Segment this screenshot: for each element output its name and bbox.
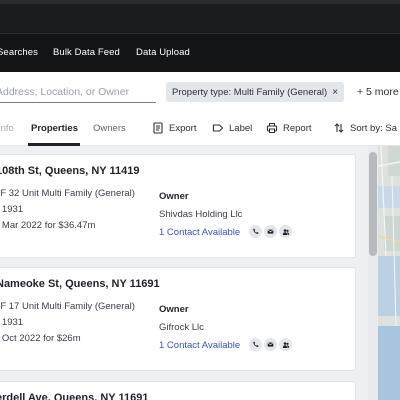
contact-link[interactable]: 1 Contact Available (159, 227, 240, 238)
results-toolbar: Info Properties Owners Export Label Repo… (0, 112, 400, 146)
sort-button[interactable]: Sort by: Sa (333, 122, 397, 134)
property-card[interactable]: erdell Ave, Queens, NY 11691 (0, 381, 356, 400)
owner-heading: Owner (159, 191, 189, 202)
owner-name[interactable]: Gifrock Llc (159, 322, 204, 333)
mail-icon[interactable] (264, 338, 277, 351)
export-button[interactable]: Export (152, 122, 196, 134)
export-icon (152, 122, 164, 134)
property-address[interactable]: erdell Ave, Queens, NY 11691 (0, 392, 148, 400)
label-button[interactable]: Label (212, 122, 252, 134)
printer-icon (266, 122, 278, 134)
export-label: Export (169, 122, 197, 134)
property-year-built: n 1931 (0, 204, 24, 215)
owner-heading: Owner (159, 304, 189, 315)
mail-icon[interactable] (264, 225, 277, 238)
property-last-sale: n Mar 2022 for $36.47m (0, 220, 96, 231)
tag-icon (212, 122, 224, 134)
report-button[interactable]: Report (266, 122, 312, 134)
tab-owners[interactable]: Owners (93, 123, 126, 134)
property-details: SF 32 Unit Multi Family (General) (0, 188, 135, 199)
tab-properties[interactable]: Properties (31, 123, 78, 134)
owner-name[interactable]: Shivdas Holding Llc (159, 209, 242, 220)
nav-item-bulk-data-feed[interactable]: Bulk Data Feed (53, 47, 120, 58)
label-label: Label (229, 122, 253, 134)
filter-chip-property-type[interactable]: Property type: Multi Family (General) × (166, 82, 345, 102)
people-icon[interactable] (279, 338, 292, 351)
property-address[interactable]: Nameoke St, Queens, NY 11691 (0, 278, 160, 290)
main-nav: Searches Bulk Data Feed Data Upload (0, 34, 400, 72)
property-details: SF 17 Unit Multi Family (General) (0, 301, 135, 312)
close-icon[interactable]: × (332, 87, 338, 98)
property-address[interactable]: 108th St, Queens, NY 11419 (0, 165, 139, 177)
property-card[interactable]: 108th St, Queens, NY 11419 SF 32 Unit Mu… (0, 154, 356, 258)
sort-label: Sort by: Sa (350, 122, 397, 134)
more-filters-link[interactable]: + 5 more (357, 86, 399, 98)
report-label: Report (283, 122, 312, 134)
phone-icon[interactable] (249, 338, 262, 351)
tab-info[interactable]: Info (0, 123, 14, 134)
browser-top-bar (0, 0, 400, 34)
sort-icon (333, 122, 345, 134)
nav-item-data-upload[interactable]: Data Upload (136, 47, 190, 58)
nav-item-searches[interactable]: Searches (0, 47, 38, 58)
list-scrollbar-thumb[interactable] (369, 152, 377, 256)
people-icon[interactable] (279, 225, 292, 238)
property-card[interactable]: Nameoke St, Queens, NY 11691 SF 17 Unit … (0, 267, 356, 371)
property-last-sale: n Oct 2022 for $26m (0, 333, 81, 344)
map-view[interactable] (378, 146, 400, 400)
contact-link[interactable]: 1 Contact Available (159, 340, 240, 351)
filter-chip-label: Property type: Multi Family (General) (172, 86, 328, 98)
search-input[interactable] (0, 81, 156, 103)
property-year-built: n 1931 (0, 317, 24, 328)
app-window: Searches Bulk Data Feed Data Upload Prop… (0, 0, 400, 400)
phone-icon[interactable] (249, 225, 262, 238)
top-shade (0, 0, 400, 4)
